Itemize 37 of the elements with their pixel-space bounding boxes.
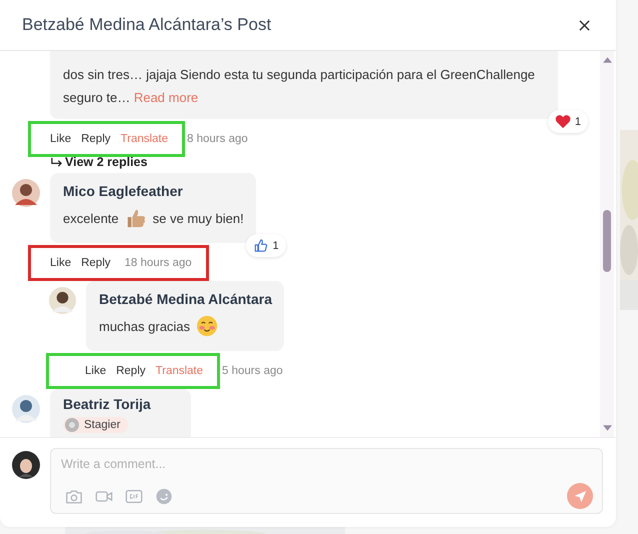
badge-icon xyxy=(65,418,79,432)
dialog-title: Betzabé Medina Alcántara’s Post xyxy=(22,15,272,35)
send-icon xyxy=(574,490,586,502)
scroll-down-icon[interactable] xyxy=(602,425,612,431)
timestamp: 5 hours ago xyxy=(222,365,283,377)
action-link[interactable]: Like xyxy=(50,133,72,145)
action-link[interactable]: Like xyxy=(50,257,72,269)
view-replies-link[interactable]: View 2 replies xyxy=(50,155,148,169)
comment-text: muchas gracias xyxy=(99,318,190,334)
timestamp: 8 hours ago xyxy=(187,133,248,145)
camera-icon[interactable] xyxy=(65,488,83,504)
scrollbar[interactable] xyxy=(600,51,614,437)
comment-text: se ve muy bien! xyxy=(152,210,244,226)
thumbs-up-icon xyxy=(252,238,269,253)
action-link[interactable]: Reply xyxy=(81,133,111,145)
reaction-badge[interactable]: 1 xyxy=(246,234,286,257)
gif-icon[interactable] xyxy=(125,488,143,504)
heart-icon xyxy=(554,114,571,129)
action-link[interactable]: Like xyxy=(85,365,106,377)
action-link[interactable]: Reply xyxy=(81,257,111,269)
reaction-badge[interactable]: 1 xyxy=(548,110,588,133)
send-button[interactable] xyxy=(567,483,593,509)
comment-input[interactable]: Write a comment... xyxy=(61,457,361,471)
scroll-up-icon[interactable] xyxy=(602,57,612,63)
timestamp: 18 hours ago xyxy=(124,257,192,269)
smiling-face-icon xyxy=(196,315,218,337)
emoji-icon[interactable] xyxy=(155,488,173,504)
comment-text: excelente xyxy=(63,210,119,226)
close-icon[interactable] xyxy=(579,20,590,30)
scroll-thumb[interactable] xyxy=(603,210,611,272)
badge-label: Stagier xyxy=(84,419,120,431)
author-name: Betzabé Medina Alcántara xyxy=(99,291,272,307)
reply-arrow-icon xyxy=(50,156,63,168)
comment-text: dos sin tres… jajaja Siendo esta tu segunda participación para el GreenChallenge seguro te… Read more xyxy=(63,66,536,107)
action-link[interactable]: Reply xyxy=(116,365,146,377)
author-name: Mico Eaglefeather xyxy=(63,183,183,199)
author-name: Beatriz Torija xyxy=(63,396,151,412)
